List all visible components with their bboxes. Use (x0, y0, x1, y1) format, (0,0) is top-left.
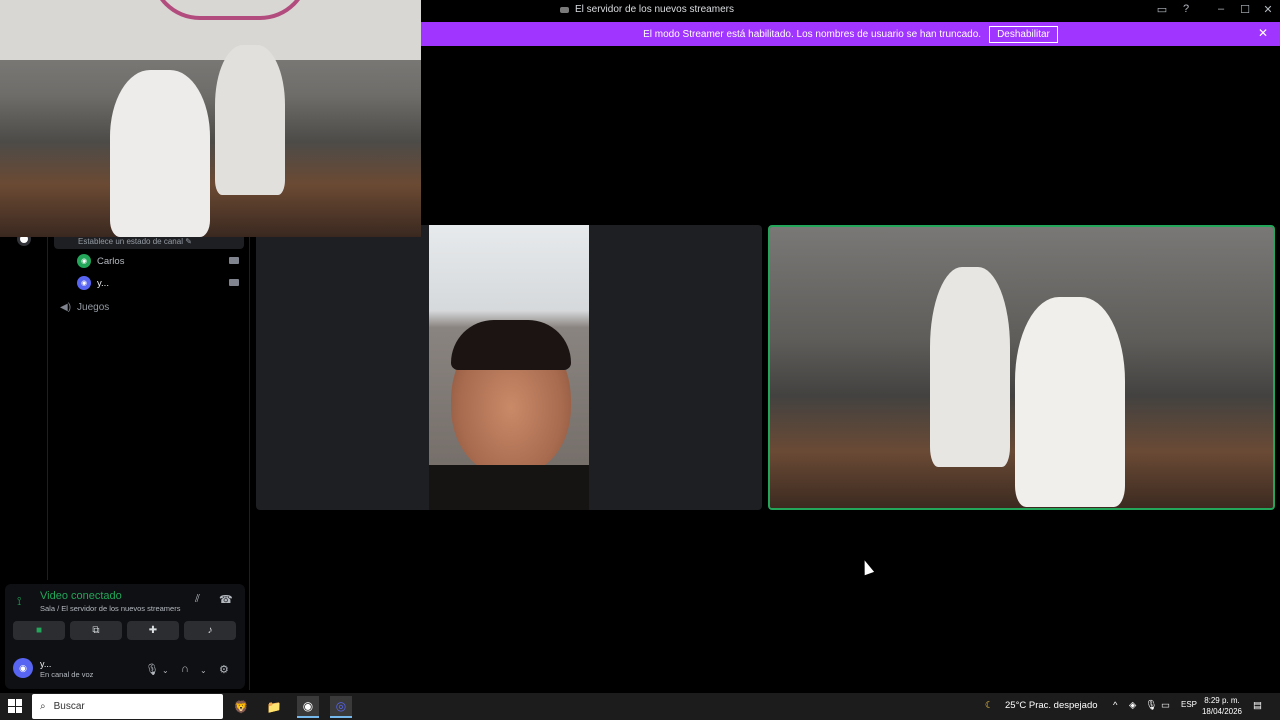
obs-icon[interactable]: ◉ (297, 696, 319, 718)
help-icon[interactable]: ? (1178, 3, 1194, 15)
user-name[interactable]: y... (40, 659, 51, 669)
brave-browser-icon[interactable]: 🦁 (230, 696, 252, 718)
signal-icon[interactable]: ⟟ (17, 594, 21, 609)
server-list (0, 230, 48, 580)
streamer-mode-banner: El modo Streamer está habilitado. Los no… (421, 22, 1280, 46)
person (215, 45, 285, 195)
disable-streamer-button[interactable]: Deshabilitar (989, 25, 1058, 43)
noise-suppression-icon[interactable]: ⫽ (195, 593, 200, 606)
banner-text: El modo Streamer está habilitado. Los no… (643, 28, 982, 40)
pencil-icon: ✎ (185, 237, 192, 246)
network-icon[interactable]: ▭ (1161, 700, 1170, 711)
webcam-feed (429, 225, 589, 510)
video-tile-carlos[interactable] (256, 225, 762, 510)
maximize-button[interactable]: ☐ (1237, 3, 1253, 16)
file-explorer-icon[interactable]: 📁 (263, 696, 285, 718)
mouse-cursor-icon (859, 558, 875, 576)
soundboard-icon: ♪ (207, 625, 213, 636)
chevron-up-icon[interactable]: ^ (1113, 700, 1117, 711)
clock[interactable]: 8:29 p. m. 18/04/2026 (1202, 695, 1242, 717)
windows-taskbar: ⌕ Buscar 🦁 📁 ◉ ◎ ☾ 25°C Prac. despejado … (0, 693, 1280, 720)
speaker-icon: ◀) (60, 302, 72, 313)
person (110, 70, 210, 237)
chevron-down-icon[interactable]: ⌄ (200, 666, 207, 675)
windows-start-icon[interactable] (8, 699, 22, 713)
person (1015, 297, 1125, 507)
voice-member-y[interactable]: ◉ y... (77, 276, 109, 290)
disconnect-icon[interactable]: ☎ (219, 593, 233, 606)
weather-icon[interactable]: ☾ (985, 700, 994, 711)
person (930, 267, 1010, 467)
voice-channel-juegos[interactable]: ◀) Juegos (60, 302, 109, 313)
settings-gear-icon[interactable]: ⚙ (219, 663, 229, 676)
video-tile-y[interactable] (768, 225, 1275, 510)
avatar: ◉ (77, 254, 91, 268)
avatar: ◉ (77, 276, 91, 290)
voice-member-carlos[interactable]: ◉ Carlos (77, 254, 124, 268)
soundboard-button[interactable]: ♪ (184, 621, 236, 640)
minimize-button[interactable]: – (1213, 3, 1229, 15)
video-camera-icon: ■ (35, 625, 43, 636)
voice-connection-panel: ⟟ Video conectado Sala / El servidor de … (5, 584, 245, 689)
close-window-button[interactable]: ✕ (1260, 3, 1276, 16)
shirt (429, 465, 589, 510)
chevron-down-icon[interactable]: ⌄ (162, 666, 169, 675)
streamer-webcam-overlay (0, 0, 421, 237)
microphone-icon[interactable]: 🎙 (145, 663, 159, 676)
user-avatar[interactable]: ◉ (13, 658, 33, 678)
discord-icon[interactable]: ◎ (330, 696, 352, 718)
screen-share-icon: ⧉ (92, 625, 100, 636)
voice-location[interactable]: Sala / El servidor de los nuevos streame… (40, 604, 180, 613)
activities-button[interactable]: ✚ (127, 621, 179, 640)
user-status: En canal de voz (40, 670, 94, 679)
taskbar-search[interactable]: ⌕ Buscar (32, 694, 223, 719)
microphone-icon[interactable]: 🎙 (1145, 700, 1157, 711)
hair (451, 320, 571, 370)
weather[interactable]: 25°C Prac. despejado (1005, 700, 1098, 711)
discord-logo-icon (560, 6, 569, 13)
language-indicator[interactable]: ESP (1181, 700, 1197, 709)
camera-button[interactable]: ■ (13, 621, 65, 640)
camera-icon (229, 257, 239, 264)
notifications-icon[interactable]: ▤ (1253, 700, 1262, 711)
app-tray-icon[interactable]: ◈ (1129, 700, 1136, 711)
banner-close-icon[interactable]: ✕ (1258, 26, 1268, 40)
window-title: El servidor de los nuevos streamers (560, 4, 734, 15)
voice-status[interactable]: Video conectado (40, 590, 122, 602)
screen-share-button[interactable]: ⧉ (70, 621, 122, 640)
inbox-icon[interactable]: ▭ (1154, 3, 1170, 16)
camera-icon (229, 279, 239, 286)
headphones-icon[interactable]: ∩ (181, 663, 189, 675)
activities-icon: ✚ (148, 625, 158, 636)
search-icon: ⌕ (40, 701, 46, 712)
